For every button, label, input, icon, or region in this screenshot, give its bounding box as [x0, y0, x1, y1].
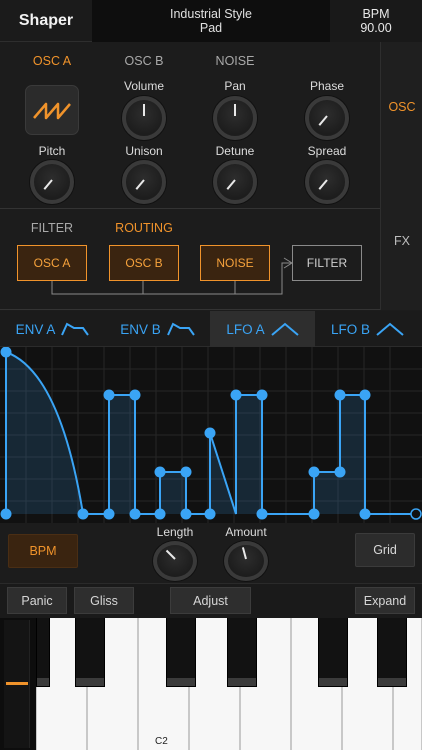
tab-osc[interactable]: OSC	[381, 100, 422, 114]
preset-name: Industrial Style	[170, 7, 252, 21]
tab-env-a-label: ENV A	[15, 321, 56, 337]
detune-knob[interactable]	[213, 160, 257, 204]
volume-knob[interactable]	[122, 96, 166, 140]
adjust-button[interactable]: Adjust	[170, 587, 251, 614]
tab-lfo-a-label: LFO A	[226, 321, 265, 337]
amount-label: Amount	[225, 525, 267, 539]
phase-label: Phase	[309, 79, 345, 93]
tab-env-a[interactable]: ENV A	[0, 311, 105, 347]
bpm-display[interactable]: BPM 90.00	[330, 0, 422, 42]
app-title: Shaper	[18, 12, 74, 29]
header: Shaper Industrial Style Pad BPM 90.00	[0, 0, 422, 42]
unison-knob[interactable]	[122, 160, 166, 204]
sawtooth-wave-icon	[33, 102, 71, 120]
tab-osc-b[interactable]: OSC B	[98, 54, 190, 68]
spread-label: Spread	[307, 144, 347, 158]
route-osc-b-button[interactable]: OSC B	[109, 245, 179, 281]
section-tabs: OSC FX	[380, 42, 422, 310]
phase-knob[interactable]	[305, 96, 349, 140]
grid-button[interactable]: Grid	[355, 533, 415, 567]
tab-lfo-a[interactable]: LFO A	[210, 311, 315, 347]
preset-category: Pad	[199, 21, 223, 35]
tab-lfo-b[interactable]: LFO B	[315, 311, 420, 347]
volume-label: Volume	[123, 79, 165, 93]
tab-lfo-b-label: LFO B	[330, 321, 370, 337]
bpm-sync-button[interactable]: BPM	[8, 534, 78, 568]
shaper-app: Shaper Industrial Style Pad BPM 90.00 OS…	[0, 0, 422, 750]
pan-label: Pan	[224, 79, 246, 93]
expand-button[interactable]: Expand	[355, 587, 415, 614]
black-key[interactable]	[75, 618, 105, 687]
tab-fx[interactable]: FX	[381, 234, 422, 248]
black-key[interactable]	[227, 618, 257, 687]
detune-label: Detune	[215, 144, 255, 158]
unison-label: Unison	[125, 144, 163, 158]
waveform-selector[interactable]	[25, 85, 79, 135]
tab-env-b[interactable]: ENV B	[105, 311, 210, 347]
pitch-wheel-indicator	[6, 682, 28, 685]
pitch-knob[interactable]	[30, 160, 74, 204]
envelope-icon	[166, 322, 195, 336]
note-label-c2: C2	[155, 736, 168, 747]
pan-knob[interactable]	[213, 96, 257, 140]
amount-knob[interactable]	[224, 541, 268, 581]
black-key[interactable]	[377, 618, 407, 687]
length-knob[interactable]	[153, 541, 197, 581]
routing-panel: FILTER ROUTING OSC A OSC B NOISE FILTER	[0, 210, 380, 310]
gliss-button[interactable]: Gliss	[74, 587, 134, 614]
black-key[interactable]	[166, 618, 196, 687]
modulation-tabs: ENV A ENV B LFO A LFO B	[0, 311, 422, 347]
tab-osc-a[interactable]: OSC A	[6, 54, 98, 68]
lfo-end-node[interactable]	[410, 508, 422, 520]
tab-noise[interactable]: NOISE	[189, 54, 281, 68]
lfo-graph[interactable]	[0, 346, 422, 523]
black-key[interactable]	[318, 618, 348, 687]
triangle-wave-icon	[270, 322, 299, 336]
panic-button[interactable]: Panic	[7, 587, 67, 614]
preset-selector[interactable]: Industrial Style Pad	[92, 0, 330, 42]
route-noise-button[interactable]: NOISE	[200, 245, 270, 281]
bpm-value: 90.00	[360, 21, 392, 35]
black-key[interactable]	[36, 618, 50, 687]
oscillator-panel: OSC A OSC B NOISE Volume Pan Phase Pitch…	[0, 42, 380, 209]
pitch-label: Pitch	[38, 144, 66, 158]
route-osc-a-button[interactable]: OSC A	[17, 245, 87, 281]
spread-knob[interactable]	[305, 160, 349, 204]
triangle-wave-icon	[376, 322, 404, 336]
lfo-shape-editor[interactable]	[0, 346, 422, 523]
route-filter-button[interactable]: FILTER	[292, 245, 362, 281]
bpm-label: BPM	[362, 7, 390, 21]
tab-env-b-label: ENV B	[120, 321, 161, 337]
envelope-icon	[61, 322, 90, 336]
